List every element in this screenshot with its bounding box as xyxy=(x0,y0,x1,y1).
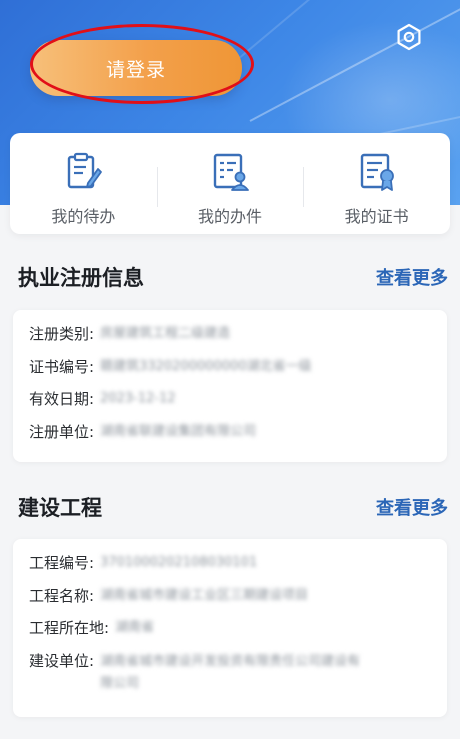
quick-item-label: 我的证书 xyxy=(344,207,409,226)
info-row: 注册单位: 湖南省联建设集团有限公司 xyxy=(29,422,431,455)
login-button[interactable]: 请登录 xyxy=(30,40,242,96)
info-value: 3701000202108030101 xyxy=(100,555,258,570)
quick-item-todo[interactable]: 我的待办 xyxy=(10,133,157,234)
info-value: 湖南省城市建设开发投资有限责任公司建设有限公司 xyxy=(100,653,361,691)
info-row: 工程名称: 湖南省城市建设工业区三期建设项目 xyxy=(29,586,431,619)
quick-item-label: 我的待办 xyxy=(51,207,116,226)
person-list-icon xyxy=(213,153,249,191)
registration-section-header: 执业注册信息 查看更多 xyxy=(18,262,448,292)
info-value: 房屋建筑工程二级建造 xyxy=(100,326,231,341)
info-value: 湖南省城市建设工业区三期建设项目 xyxy=(100,587,309,603)
section-title: 建设工程 xyxy=(18,496,102,520)
info-key: 证书编号: xyxy=(29,357,95,376)
info-key: 有效日期: xyxy=(29,390,95,408)
quick-actions-card: 我的待办 我的办件 我的证书 xyxy=(10,133,450,234)
quick-item-label: 我的办件 xyxy=(198,207,263,226)
section-title: 执业注册信息 xyxy=(18,266,144,290)
project-more-link[interactable]: 查看更多 xyxy=(376,494,448,520)
info-value: 湖南省联建设集团有限公司 xyxy=(100,423,257,439)
project-card[interactable]: 工程编号: 3701000202108030101 工程名称: 湖南省城市建设工… xyxy=(13,539,447,717)
info-key: 建设单位: xyxy=(29,651,95,670)
info-row: 注册类别: 房屋建筑工程二级建造 xyxy=(29,324,431,357)
quick-item-cases[interactable]: 我的办件 xyxy=(156,133,304,234)
info-row: 工程编号: 3701000202108030101 xyxy=(29,553,431,586)
info-row: 证书编号: 赣建筑3320200000000湖北省一级 xyxy=(29,357,431,390)
info-key: 注册单位: xyxy=(29,422,95,441)
settings-button[interactable] xyxy=(392,20,426,54)
registration-more-link[interactable]: 查看更多 xyxy=(376,264,448,290)
todo-clipboard-icon xyxy=(68,152,103,189)
info-value: 赣建筑3320200000000湖北省一级 xyxy=(100,358,312,374)
gear-hex-icon xyxy=(397,23,421,51)
info-key: 注册类别: xyxy=(29,325,95,343)
info-key: 工程编号: xyxy=(29,554,95,572)
certificate-icon xyxy=(360,153,394,191)
info-key: 工程所在地: xyxy=(29,619,110,637)
info-key: 工程名称: xyxy=(29,586,95,605)
info-row: 建设单位: 湖南省城市建设开发投资有限责任公司建设有限公司 xyxy=(29,651,431,703)
quick-item-certificates[interactable]: 我的证书 xyxy=(303,133,450,234)
info-row: 工程所在地: 湖南省 xyxy=(29,618,431,651)
project-section-header: 建设工程 查看更多 xyxy=(18,492,448,522)
info-value: 湖南省 xyxy=(115,620,155,635)
info-value: 2023-12-12 xyxy=(100,391,176,406)
info-row: 有效日期: 2023-12-12 xyxy=(29,389,431,422)
registration-card[interactable]: 注册类别: 房屋建筑工程二级建造 证书编号: 赣建筑3320200000000湖… xyxy=(13,310,447,462)
